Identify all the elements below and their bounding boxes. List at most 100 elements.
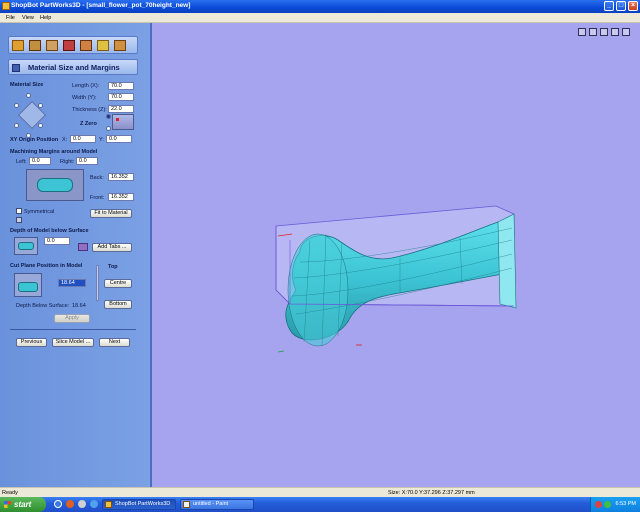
left-margin-input[interactable]: 0.0	[29, 157, 51, 165]
apply-button[interactable]: Apply	[54, 314, 90, 323]
front-margin-label: Front:	[90, 195, 105, 201]
next-button[interactable]: Next	[99, 338, 130, 347]
material-size-icon	[12, 64, 20, 72]
partworks-icon	[105, 501, 112, 508]
depth-input[interactable]: 0.0	[44, 237, 70, 245]
menu-help[interactable]: Help	[40, 15, 51, 21]
model-render	[275, 205, 517, 353]
front-margin-input[interactable]: 16.352	[108, 193, 134, 201]
close-button[interactable]: ×	[628, 1, 638, 11]
centre-button[interactable]: Centre	[104, 279, 132, 288]
depth-label: Depth of Model below Surface	[10, 228, 89, 234]
title-bar: ShopBot PartWorks3D - [small_flower_pot_…	[0, 0, 640, 13]
task-label: ShopBot PartWorks3D	[115, 501, 171, 507]
length-input[interactable]: 70.0	[108, 82, 134, 90]
tabs-icon	[78, 243, 88, 251]
divider	[10, 329, 136, 330]
save-icon[interactable]	[114, 40, 126, 51]
open-icon[interactable]	[12, 40, 24, 51]
x-label: X:	[62, 137, 68, 143]
right-margin-input[interactable]: 0.0	[76, 157, 98, 165]
back-margin-input[interactable]: 16.352	[108, 173, 134, 181]
add-tabs-button[interactable]: Add Tabs ...	[92, 243, 132, 252]
depth-below-label: Depth Below Surface:	[16, 303, 70, 309]
maximize-button[interactable]: □	[616, 1, 626, 11]
xy-origin-label: XY Origin Position	[10, 137, 59, 143]
depth-preview	[14, 237, 38, 255]
preview-icon[interactable]	[97, 40, 109, 51]
media-quicklaunch-icon[interactable]	[66, 500, 74, 508]
material-icon[interactable]	[63, 40, 75, 51]
model-size-readout: Size: X:70.0 Y:37.296 Z:37.297 mm	[388, 490, 475, 496]
tray-icon[interactable]	[604, 501, 611, 508]
previous-button[interactable]: Previous	[16, 338, 47, 347]
width-label: Width (Y):	[72, 95, 97, 101]
top-label: Top	[108, 264, 118, 270]
pot-bulb	[287, 233, 349, 347]
origin-radio-left-top[interactable]	[14, 103, 19, 108]
minimize-button[interactable]: _	[604, 1, 614, 11]
cut-plane-slider[interactable]	[96, 265, 99, 301]
zzero-top-radio[interactable]	[106, 114, 111, 119]
wizard-toolbar	[8, 36, 138, 54]
y-origin-input[interactable]: 0.0	[106, 135, 132, 143]
view-iso-icon[interactable]	[622, 28, 630, 36]
bottom-button[interactable]: Bottom	[104, 300, 132, 309]
cut-plane-preview	[14, 273, 42, 297]
symmetrical-checkbox[interactable]	[16, 208, 22, 214]
fit-to-material-button[interactable]: Fit to Material	[90, 209, 132, 218]
cut-plane-input[interactable]: 18.64	[58, 279, 86, 287]
taskbar-item-partworks[interactable]: ShopBot PartWorks3D	[102, 499, 176, 510]
system-tray: 6:53 PM	[590, 497, 640, 512]
zzero-preview	[112, 114, 134, 130]
thickness-label: Thickness (Z):	[72, 107, 107, 113]
margins-option-checkbox[interactable]	[16, 217, 22, 223]
length-label: Length (X):	[72, 83, 100, 89]
status-text: Ready	[2, 490, 18, 496]
width-input[interactable]: 70.0	[108, 93, 134, 101]
import-icon[interactable]	[29, 40, 41, 51]
clock: 6:53 PM	[615, 501, 636, 507]
zoom-icon[interactable]	[611, 28, 619, 36]
task-label: untitled - Paint	[193, 501, 229, 507]
menu-bar: File View Help	[0, 13, 640, 23]
tray-icon[interactable]	[595, 501, 602, 508]
depth-model-icon	[18, 242, 34, 250]
depth-below-value: 18.64	[72, 303, 86, 309]
app-quicklaunch-icon[interactable]	[90, 500, 98, 508]
orient-icon[interactable]	[46, 40, 58, 51]
pan-icon[interactable]	[589, 28, 597, 36]
browser-quicklaunch-icon[interactable]	[54, 500, 62, 508]
left-panel: Material Size and Margins Material Size …	[0, 23, 152, 487]
origin-radio-right-bottom[interactable]	[38, 123, 43, 128]
zzero-label: Z Zero	[80, 121, 97, 127]
cut-plane-model-icon	[18, 282, 38, 292]
3d-viewport[interactable]	[152, 23, 640, 487]
section-header: Material Size and Margins	[8, 59, 138, 75]
status-bar: Ready Size: X:70.0 Y:37.296 Z:37.297 mm	[0, 487, 640, 497]
start-button[interactable]: start	[0, 497, 46, 512]
menu-view[interactable]: View	[22, 15, 34, 21]
window-title: ShopBot PartWorks3D - [small_flower_pot_…	[11, 2, 191, 9]
zzero-marker-icon	[116, 118, 119, 121]
zoom-fit-icon[interactable]	[578, 28, 586, 36]
desktop-quicklaunch-icon[interactable]	[78, 500, 86, 508]
windows-logo-icon	[4, 501, 11, 508]
symmetrical-label: Symmetrical	[24, 209, 55, 215]
y-axis-indicator	[277, 350, 285, 353]
view-toolbar	[578, 28, 638, 37]
origin-radio-left-bottom[interactable]	[14, 123, 19, 128]
taskbar-item-paint[interactable]: untitled - Paint	[180, 499, 254, 510]
menu-file[interactable]: File	[6, 15, 15, 21]
origin-radio-top[interactable]	[26, 93, 31, 98]
cut-plane-label: Cut Plane Position in Model	[10, 263, 83, 269]
toolpath-icon[interactable]	[80, 40, 92, 51]
right-margin-label: Right:	[60, 159, 75, 165]
model-thumbnail	[37, 178, 73, 192]
zzero-bottom-radio[interactable]	[106, 126, 111, 131]
x-origin-input[interactable]: 0.0	[70, 135, 96, 143]
rotate-icon[interactable]	[600, 28, 608, 36]
slice-model-button[interactable]: Slice Model ...	[52, 338, 94, 347]
thickness-input[interactable]: 22.0	[108, 105, 134, 113]
pot-rim	[497, 213, 517, 309]
